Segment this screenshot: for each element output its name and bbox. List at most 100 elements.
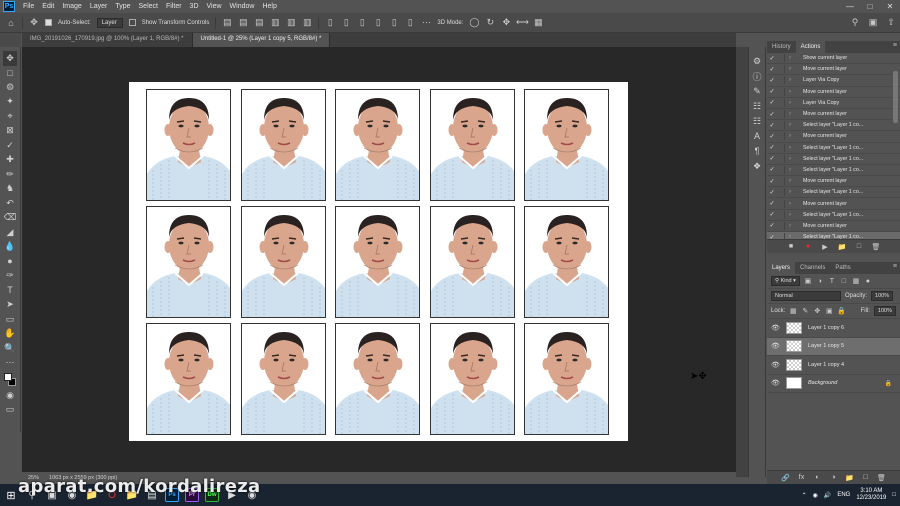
action-row[interactable]: ✓ › Move current layer xyxy=(767,176,900,188)
expand-icon[interactable]: › xyxy=(789,234,799,239)
dialog-toggle[interactable] xyxy=(777,233,785,239)
expand-icon[interactable]: › xyxy=(789,77,799,83)
distribute-top-icon[interactable]: ▯ xyxy=(325,17,335,28)
auto-select-checkbox[interactable] xyxy=(45,19,52,26)
menu-filter[interactable]: Filter xyxy=(162,3,186,10)
expand-icon[interactable]: › xyxy=(789,156,799,162)
checkmark-icon[interactable]: ✓ xyxy=(767,234,777,239)
language-indicator[interactable]: ENG xyxy=(837,492,850,498)
expand-icon[interactable]: › xyxy=(789,133,799,139)
eraser-tool-icon[interactable]: ⌫ xyxy=(3,211,17,226)
history-brush-tool-icon[interactable]: ↶ xyxy=(3,196,17,211)
expand-icon[interactable]: › xyxy=(789,167,799,173)
smart-object-filter-icon[interactable]: ▦ xyxy=(852,277,860,285)
layer-row[interactable]: 👁 Layer 1 copy 4 xyxy=(767,356,900,375)
home-icon[interactable]: ⌂ xyxy=(6,18,16,28)
dialog-toggle[interactable] xyxy=(777,65,785,74)
hand-tool-icon[interactable]: ✋ xyxy=(3,327,17,342)
action-row[interactable]: ✓ › Select layer "Layer 1 co... xyxy=(767,120,900,132)
stop-icon[interactable]: ■ xyxy=(787,242,796,251)
align-center-icon[interactable]: ▥ xyxy=(286,17,296,28)
checkmark-icon[interactable]: ✓ xyxy=(767,155,777,162)
properties-panel-icon[interactable]: ☷ xyxy=(751,115,763,127)
dialog-toggle[interactable] xyxy=(777,121,785,130)
expand-icon[interactable]: › xyxy=(789,122,799,128)
layer-row[interactable]: 👁 Layer 1 copy 5 xyxy=(767,337,900,356)
lock-all-icon[interactable]: 🔒 xyxy=(837,307,846,315)
3d-orbit-icon[interactable]: ◯ xyxy=(469,17,479,28)
checkmark-icon[interactable]: ✓ xyxy=(767,77,777,84)
info-panel-icon[interactable]: ⓘ xyxy=(751,70,763,82)
blur-tool-icon[interactable]: 💧 xyxy=(3,240,17,255)
move-tool-icon[interactable]: ✥ xyxy=(3,51,17,66)
actions-scrollbar[interactable] xyxy=(893,71,898,123)
dialog-toggle[interactable] xyxy=(777,221,785,230)
eye-icon[interactable]: 👁 xyxy=(771,342,780,350)
menu-file[interactable]: File xyxy=(19,3,38,10)
fill-field[interactable]: 100% xyxy=(873,306,896,316)
menu-type[interactable]: Type xyxy=(111,3,134,10)
checkmark-icon[interactable]: ✓ xyxy=(767,55,777,62)
align-right-icon[interactable]: ▥ xyxy=(302,17,312,28)
tab-channels[interactable]: Channels xyxy=(795,262,830,274)
checkmark-icon[interactable]: ✓ xyxy=(767,178,777,185)
checkmark-icon[interactable]: ✓ xyxy=(767,166,777,173)
play-icon[interactable]: ▶ xyxy=(821,242,830,251)
action-row[interactable]: ✓ › Select layer "Layer 1 co... xyxy=(767,154,900,165)
path-selection-tool-icon[interactable]: ➤ xyxy=(3,298,17,313)
lasso-tool-icon[interactable]: ⨷ xyxy=(3,80,17,95)
expand-icon[interactable]: › xyxy=(789,212,799,218)
expand-icon[interactable]: › xyxy=(789,223,799,229)
pixel-filter-icon[interactable]: ▣ xyxy=(804,277,812,285)
distribute-left-icon[interactable]: ▯ xyxy=(373,17,383,28)
record-icon[interactable]: ● xyxy=(804,242,813,251)
network-icon[interactable]: ◉ xyxy=(813,492,818,499)
quick-mask-icon[interactable]: ◉ xyxy=(3,388,17,403)
type-tool-icon[interactable]: T xyxy=(3,283,17,298)
action-row[interactable]: ✓ › Select layer "Layer 1 co... xyxy=(767,143,900,154)
lock-transparent-icon[interactable]: ▦ xyxy=(789,307,797,315)
dialog-toggle[interactable] xyxy=(777,54,785,63)
new-action-icon[interactable]: □ xyxy=(855,242,864,251)
menu-image[interactable]: Image xyxy=(58,3,85,10)
align-top-icon[interactable]: ▤ xyxy=(222,17,232,28)
healing-brush-tool-icon[interactable]: ✚ xyxy=(3,153,17,168)
more-tools-icon[interactable]: ⋯ xyxy=(3,356,17,371)
tab-img-document[interactable]: IMG_20191026_170919.jpg @ 100% (Layer 1,… xyxy=(22,33,193,47)
3d-scale-icon[interactable]: ▦ xyxy=(533,17,543,28)
volume-icon[interactable]: 🔊 xyxy=(824,492,831,499)
dialog-toggle[interactable] xyxy=(777,165,785,174)
tab-actions[interactable]: Actions xyxy=(795,41,826,53)
history-panel-icon[interactable]: ⚙ xyxy=(751,55,763,67)
panel-menu-icon[interactable]: ≡ xyxy=(893,263,897,270)
dialog-toggle[interactable] xyxy=(777,76,785,85)
checkmark-icon[interactable]: ✓ xyxy=(767,144,777,151)
layer-style-icon[interactable]: fx xyxy=(797,473,806,482)
brush-tool-icon[interactable]: ✏ xyxy=(3,167,17,182)
action-row[interactable]: ✓ › Move current layer xyxy=(767,221,900,232)
align-bottom-icon[interactable]: ▤ xyxy=(254,17,264,28)
menu-edit[interactable]: Edit xyxy=(38,3,58,10)
action-row[interactable]: ✓ › Select layer "Layer 1 co... xyxy=(767,210,900,221)
character-panel-icon[interactable]: A xyxy=(751,130,763,142)
checkmark-icon[interactable]: ✓ xyxy=(767,211,777,218)
menu-select[interactable]: Select xyxy=(135,3,162,10)
checkmark-icon[interactable]: ✓ xyxy=(767,66,777,73)
menu-help[interactable]: Help xyxy=(258,3,280,10)
eye-icon[interactable]: 👁 xyxy=(771,379,780,387)
expand-icon[interactable]: › xyxy=(789,178,799,184)
checkmark-icon[interactable]: ✓ xyxy=(767,88,777,95)
link-layers-icon[interactable]: 🔗 xyxy=(781,473,790,482)
tab-layers[interactable]: Layers xyxy=(767,262,796,274)
new-set-icon[interactable]: 📁 xyxy=(838,242,847,251)
opacity-field[interactable]: 100% xyxy=(871,291,894,301)
layer-row[interactable]: 👁 Background 🔒 xyxy=(767,375,900,393)
vertical-scrollbar[interactable] xyxy=(736,47,748,477)
action-row[interactable]: ✓ › Select layer "Layer 1 co... xyxy=(767,232,900,239)
close-icon[interactable]: ✕ xyxy=(880,0,900,13)
dialog-toggle[interactable] xyxy=(777,154,785,163)
action-row[interactable]: ✓ › Layer Via Copy xyxy=(767,75,900,87)
adjustment-filter-icon[interactable]: ◑ xyxy=(816,277,824,285)
adjustments-panel-icon[interactable]: ☷ xyxy=(751,100,763,112)
checkmark-icon[interactable]: ✓ xyxy=(767,200,777,207)
